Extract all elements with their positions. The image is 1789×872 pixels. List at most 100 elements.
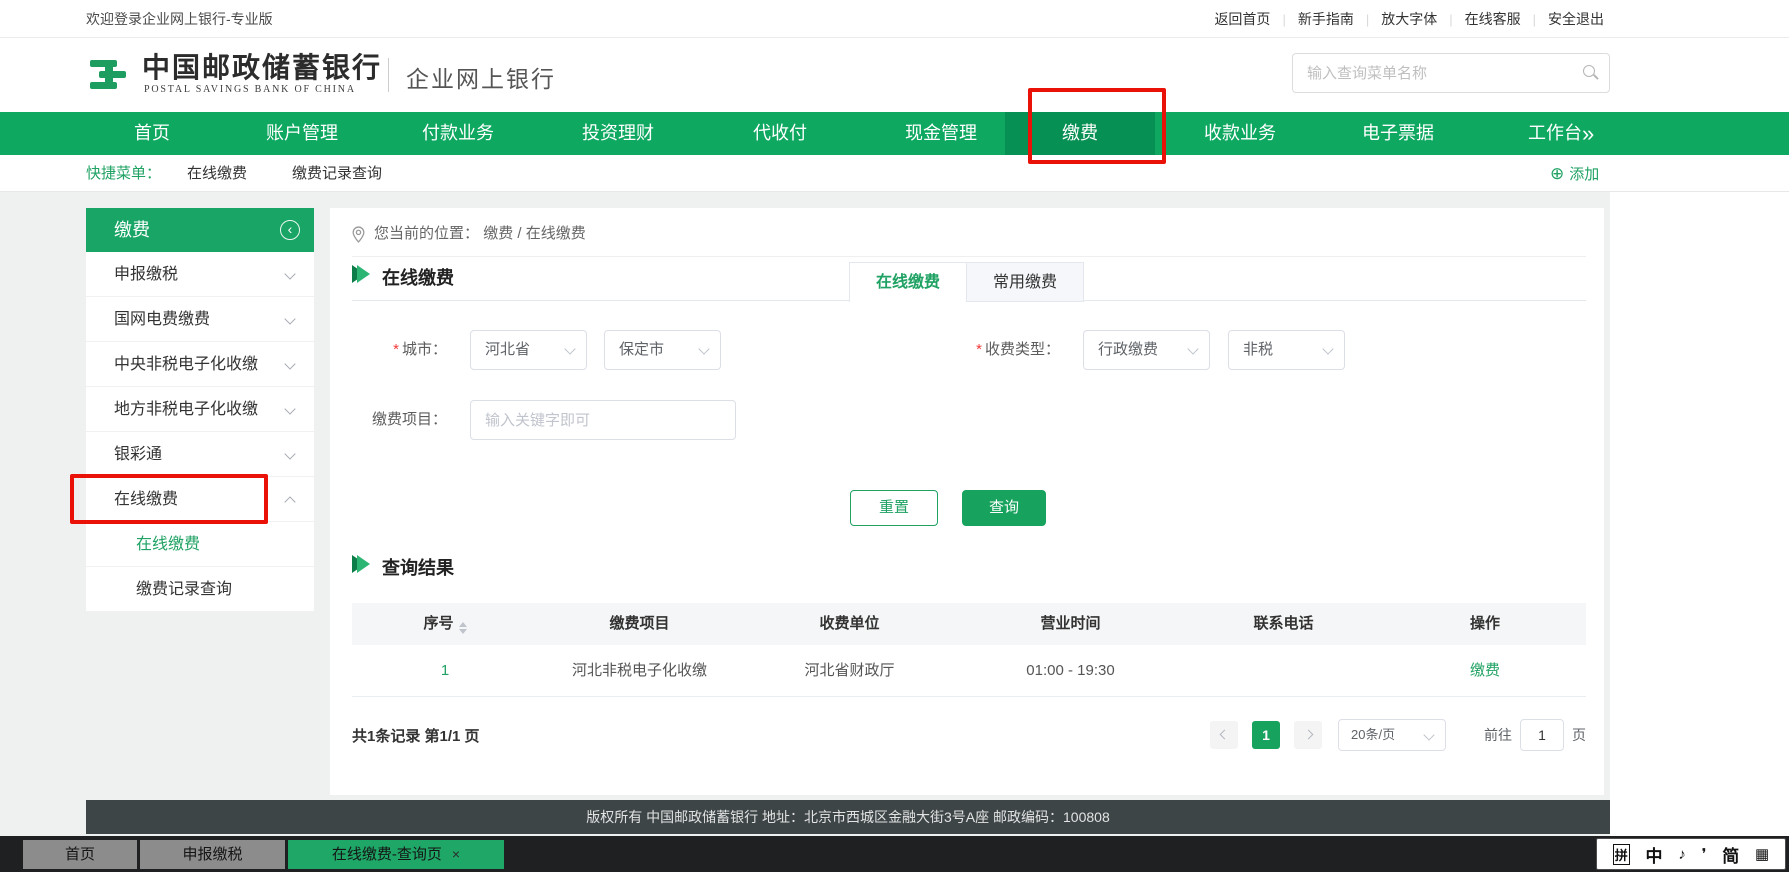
- next-page-button[interactable]: [1294, 721, 1322, 749]
- chevron-right-icon: [1304, 730, 1314, 740]
- nav-item-fee-payment[interactable]: 缴费: [1005, 112, 1155, 155]
- sidebar-collapse-icon[interactable]: ‹: [280, 220, 300, 240]
- ime-chinese-mode-icon[interactable]: 中: [1646, 842, 1663, 867]
- goto-suffix: 页: [1572, 725, 1586, 745]
- bottom-tab-tax-declaration[interactable]: 申报缴税: [140, 840, 285, 869]
- tab-frequent-payment[interactable]: 常用缴费: [966, 262, 1084, 302]
- sidebar-subitem-online-payment[interactable]: 在线缴费: [86, 522, 314, 567]
- quick-link-online-payment[interactable]: 在线缴费: [187, 155, 247, 192]
- pagination-controls: 1 20条/页 前往 页: [1196, 719, 1586, 751]
- col-header-phone: 联系电话: [1183, 603, 1384, 645]
- sidebar-item-central-nontax[interactable]: 中央非税电子化收缴: [86, 342, 314, 387]
- sidebar-item-online-payment[interactable]: 在线缴费: [86, 477, 314, 522]
- record-summary: 共1条记录 第1/1 页: [352, 725, 480, 746]
- sidebar-item-tax-declaration[interactable]: 申报缴税: [86, 252, 314, 297]
- ime-pinyin-icon[interactable]: 拼: [1613, 844, 1630, 865]
- cell-unit: 河北省财政厅: [741, 645, 958, 697]
- close-icon[interactable]: ×: [452, 846, 460, 862]
- quick-menu-label: 快捷菜单：: [86, 155, 161, 192]
- col-header-hours: 营业时间: [958, 603, 1183, 645]
- app-window: 欢迎登录企业网上银行-专业版 返回首页| 新手指南| 放大字体| 在线客服| 安…: [0, 0, 1789, 872]
- nav-item-cash-management[interactable]: 现金管理: [871, 112, 1011, 155]
- bank-logo-icon: [86, 51, 134, 104]
- table-header-row: 序号 缴费项目 收费单位 营业时间 联系电话 操作: [352, 603, 1586, 645]
- cell-phone: [1183, 645, 1384, 697]
- ime-toolbar: 拼 中 ♪ ❜ 简 ▦: [1596, 838, 1786, 870]
- add-label: 添加: [1569, 166, 1599, 183]
- col-header-project: 缴费项目: [538, 603, 741, 645]
- link-enlarge-font[interactable]: 放大字体: [1381, 9, 1437, 29]
- divider: |: [1366, 12, 1369, 27]
- tab-online-payment[interactable]: 在线缴费: [849, 262, 967, 302]
- page-number-current[interactable]: 1: [1252, 721, 1280, 749]
- quick-link-payment-records[interactable]: 缴费记录查询: [292, 155, 382, 192]
- fee-type-label: *收费类型：: [910, 330, 1060, 370]
- prev-page-button[interactable]: [1210, 721, 1238, 749]
- sidebar-subitem-payment-records[interactable]: 缴费记录查询: [86, 567, 314, 612]
- required-mark: *: [976, 341, 982, 358]
- cell-project: 河北非税电子化收缴: [538, 645, 741, 697]
- chevron-down-icon: [284, 268, 295, 279]
- ime-sound-icon[interactable]: ♪: [1678, 846, 1686, 863]
- header: 中国邮政储蓄银行 POSTAL SAVINGS BANK OF CHINA 企业…: [0, 38, 1789, 112]
- menu-search-box: [1292, 53, 1610, 93]
- chevron-up-icon: [284, 496, 295, 507]
- fee-subtype-select[interactable]: 非税: [1228, 330, 1345, 370]
- page-size-select[interactable]: 20条/页: [1338, 719, 1446, 751]
- cell-hours: 01:00 - 19:30: [958, 645, 1183, 697]
- fee-type-select[interactable]: 行政缴费: [1083, 330, 1210, 370]
- link-beginner-guide[interactable]: 新手指南: [1298, 9, 1354, 29]
- col-header-action: 操作: [1384, 603, 1586, 645]
- sidebar-item-yincaitong[interactable]: 银彩通: [86, 432, 314, 477]
- sidebar-title: 缴费: [114, 208, 150, 252]
- search-icon[interactable]: [1583, 65, 1595, 77]
- add-icon: ⊕: [1550, 164, 1564, 183]
- location-pin-icon: [352, 226, 365, 248]
- sidebar-item-local-nontax[interactable]: 地方非税电子化收缴: [86, 387, 314, 432]
- link-safe-logout[interactable]: 安全退出: [1548, 9, 1604, 29]
- results-table: 序号 缴费项目 收费单位 营业时间 联系电话 操作 1 河北非税电子化收缴 河北…: [352, 603, 1586, 697]
- chevron-left-icon: [1220, 730, 1230, 740]
- project-keyword-input[interactable]: [470, 400, 736, 440]
- link-online-service[interactable]: 在线客服: [1465, 9, 1521, 29]
- col-header-index: 序号: [352, 603, 538, 645]
- sidebar: 缴费 ‹ 申报缴税 国网电费缴费 中央非税电子化收缴 地方非税电子化收缴 银彩通…: [86, 208, 314, 612]
- sort-icon[interactable]: [459, 622, 467, 634]
- link-return-home[interactable]: 返回首页: [1214, 9, 1270, 29]
- bottom-tab-bar: 首页 申报缴税 在线缴费-查询页× 拼 中 ♪ ❜ 简 ▦: [0, 836, 1789, 872]
- cell-action: 缴费: [1384, 645, 1586, 697]
- nav-item-receivables[interactable]: 收款业务: [1170, 112, 1310, 155]
- nav-item-e-bills[interactable]: 电子票据: [1328, 112, 1468, 155]
- nav-item-home[interactable]: 首页: [82, 112, 222, 155]
- nav-item-accounts[interactable]: 账户管理: [232, 112, 372, 155]
- nav-item-investment[interactable]: 投资理财: [548, 112, 688, 155]
- chevron-down-icon: [284, 358, 295, 369]
- table-row: 1 河北非税电子化收缴 河北省财政厅 01:00 - 19:30 缴费: [352, 645, 1586, 697]
- add-quick-menu-button[interactable]: ⊕ 添加: [1550, 155, 1599, 193]
- divider: |: [1533, 12, 1536, 27]
- query-button[interactable]: 查询: [962, 490, 1046, 526]
- goto-page-input[interactable]: [1520, 719, 1564, 751]
- nav-item-collection-payment[interactable]: 代收付: [710, 112, 850, 155]
- ime-punctuation-icon[interactable]: ❜: [1702, 845, 1707, 863]
- pay-link[interactable]: 缴费: [1470, 662, 1500, 679]
- quick-menu-bar: 快捷菜单： 在线缴费 缴费记录查询 ⊕ 添加: [0, 155, 1789, 192]
- chevron-down-icon: [284, 403, 295, 414]
- section-title-results: 查询结果: [382, 554, 454, 580]
- city-select[interactable]: 保定市: [604, 330, 721, 370]
- search-input[interactable]: [1307, 55, 1567, 91]
- pagination: 共1条记录 第1/1 页 1 20条/页 前往 页: [352, 714, 1586, 756]
- sidebar-item-grid-electricity[interactable]: 国网电费缴费: [86, 297, 314, 342]
- bottom-tab-home[interactable]: 首页: [23, 840, 137, 869]
- province-select[interactable]: 河北省: [470, 330, 587, 370]
- topbar-links: 返回首页| 新手指南| 放大字体| 在线客服| 安全退出: [1214, 0, 1604, 38]
- ime-keyboard-icon[interactable]: ▦: [1755, 845, 1769, 863]
- reset-button[interactable]: 重置: [850, 490, 938, 526]
- nav-more-icon[interactable]: »: [1582, 112, 1594, 155]
- bank-name: 中国邮政储蓄银行: [142, 46, 382, 86]
- ime-simplified-icon[interactable]: 简: [1722, 842, 1739, 867]
- nav-item-payments[interactable]: 付款业务: [388, 112, 528, 155]
- divider: |: [1449, 12, 1452, 27]
- bottom-tab-online-payment-query[interactable]: 在线缴费-查询页×: [288, 840, 504, 869]
- chevron-down-icon: [284, 313, 295, 324]
